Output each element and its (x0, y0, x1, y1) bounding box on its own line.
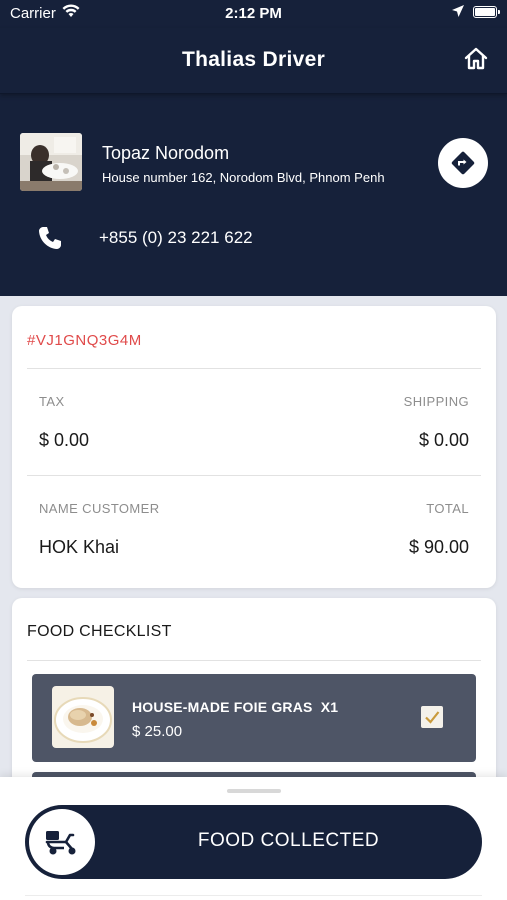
customer-name-value: HOK Khai (39, 537, 120, 557)
total-label: TOTAL (426, 501, 469, 516)
divider (27, 660, 481, 661)
divider (25, 895, 482, 896)
directions-button[interactable] (438, 138, 488, 188)
status-bar: Carrier 2:12 PM (0, 0, 507, 28)
nav-bar: Thalias Driver (0, 28, 507, 94)
scooter-icon (29, 809, 95, 875)
directions-icon (451, 151, 475, 175)
store-phone[interactable]: +855 (0) 23 221 622 (99, 228, 253, 248)
location-arrow-icon (452, 5, 464, 17)
battery-icon (473, 6, 500, 18)
food-image (52, 686, 114, 748)
shipping-label: SHIPPING (403, 394, 469, 409)
checkmark-icon (425, 711, 440, 724)
clock: 2:12 PM (225, 5, 282, 22)
phone-icon[interactable] (36, 224, 64, 252)
food-item-quantity: X1 (320, 699, 339, 715)
customer-name-label: NAME CUSTOMER (39, 501, 160, 516)
food-item-title: HOUSE-MADE FOIE GRAS (132, 699, 313, 715)
food-item-checkbox[interactable] (421, 706, 443, 728)
shipping-value: $ 0.00 (418, 430, 469, 450)
tax-label: TAX (39, 394, 65, 409)
sheet-grabber[interactable] (227, 789, 281, 793)
order-summary-card: #VJ1GNQ3G4M TAX SHIPPING $ 0.00 $ 0.00 N… (12, 306, 496, 588)
store-image (20, 133, 82, 191)
food-collected-button[interactable]: FOOD COLLECTED (25, 805, 482, 879)
food-item[interactable]: HOUSE-MADE FOIE GRAS X1 $ 25.00 (32, 674, 476, 762)
order-code: #VJ1GNQ3G4M (27, 332, 142, 349)
checklist-title: FOOD CHECKLIST (27, 623, 172, 640)
food-item-price: $ 25.00 (132, 723, 183, 740)
food-item-name: HOUSE-MADE FOIE GRAS X1 (132, 699, 338, 715)
total-value: $ 90.00 (408, 537, 469, 557)
bottom-action-sheet: FOOD COLLECTED (0, 777, 507, 900)
food-collected-label: FOOD COLLECTED (197, 830, 380, 851)
page-title: Thalias Driver (181, 48, 326, 71)
store-address: House number 162, Norodom Blvd, Phnom Pe… (102, 170, 385, 185)
divider (27, 368, 481, 369)
divider (27, 475, 481, 476)
header: Carrier 2:12 PM Thalias Driver Topaz Nor… (0, 0, 507, 296)
store-name: Topaz Norodom (102, 143, 230, 163)
home-icon[interactable] (463, 46, 489, 72)
tax-value: $ 0.00 (39, 430, 90, 450)
